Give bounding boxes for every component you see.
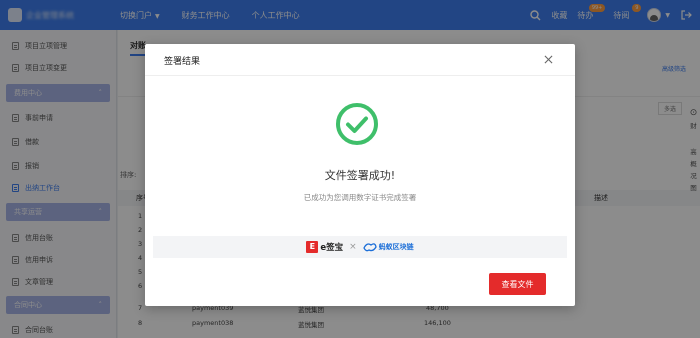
success-subtitle: 已成功为您调用数字证书完成签署: [303, 193, 417, 202]
esign-logo: E e签宝: [306, 241, 343, 253]
dialog-title: 签署结果: [164, 57, 201, 67]
dialog-header: 签署结果: [145, 44, 575, 76]
sign-result-dialog: 签署结果 文件签署成功! 已成功为您调用数字证书完成签署 E e签宝 × 蚂蚁区…: [145, 44, 575, 306]
success-check-icon: [336, 103, 378, 145]
ant-blockchain-logo: 蚂蚁区块链: [362, 241, 414, 253]
success-title: 文件签署成功!: [324, 169, 396, 182]
partner-brand-strip: E e签宝 × 蚂蚁区块链: [153, 236, 567, 258]
ant-chain-icon: [362, 243, 377, 252]
esign-mark-icon: E: [306, 241, 319, 253]
view-file-button[interactable]: 查看文件: [489, 273, 546, 295]
times-separator: ×: [349, 242, 357, 252]
close-icon[interactable]: [544, 55, 553, 64]
